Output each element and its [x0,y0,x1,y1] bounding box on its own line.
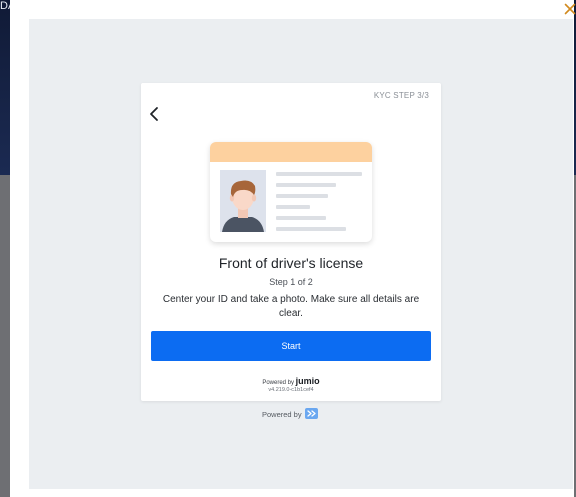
powered-by-prefix: Powered by [262,380,294,386]
close-icon[interactable] [562,1,576,17]
start-button[interactable]: Start [151,331,431,361]
powered-by-provider: Powered by [262,408,322,422]
capture-instructions: Center your ID and take a photo. Make su… [162,294,420,319]
sdk-version: v4.219.0-c1b1cef4 [268,387,314,393]
substep-indicator: Step 1 of 2 [269,277,313,287]
id-card-text-line [276,172,362,176]
id-card-text-line [276,227,346,231]
id-card-text-line [276,194,328,198]
id-card-text-line [276,205,310,209]
id-card-portrait [220,170,266,232]
provider-logo-icon [304,408,318,419]
document-capture-card: KYC STEP 3/3 Front of driver's license S… [141,83,441,401]
kyc-step-indicator: KYC STEP 3/3 [373,91,429,100]
jumio-logo: jumio [295,376,320,386]
powered-by-label: Powered by [262,410,302,419]
document-title: Front of driver's license [218,255,364,271]
chevron-left-icon[interactable] [147,105,163,123]
id-card-icon [210,142,372,242]
id-card-text-line [276,183,336,187]
id-card-header-band [210,142,372,162]
id-card-text-line [276,216,326,220]
